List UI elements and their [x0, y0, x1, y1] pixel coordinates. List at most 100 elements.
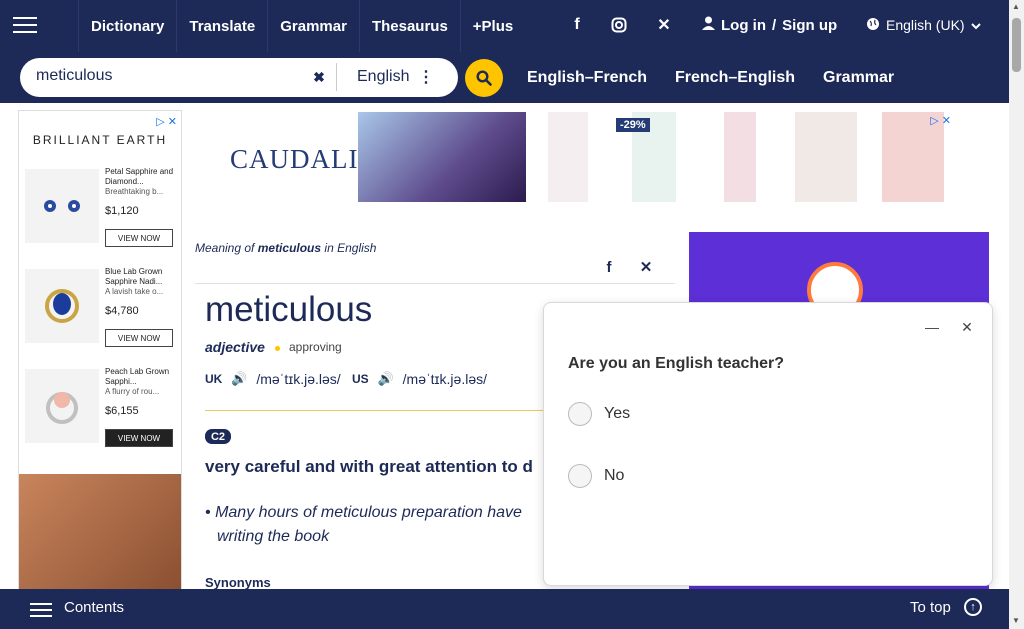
top-nav: Dictionary Translate Grammar Thesaurus +…	[0, 0, 1009, 52]
login-link[interactable]: Log in	[721, 17, 766, 34]
ad-product-subtitle: A lavish take o...	[105, 287, 164, 296]
arrow-up-icon[interactable]: ↑	[964, 598, 982, 616]
contents-button[interactable]: Contents	[64, 599, 124, 616]
nav-dictionary[interactable]: Dictionary	[78, 0, 176, 52]
ad-brand: BRILLIANT EARTH	[32, 133, 168, 147]
nav-plus[interactable]: +Plus	[459, 0, 525, 52]
example-text: of meticulous	[303, 504, 398, 521]
facebook-icon[interactable]: f	[558, 14, 596, 36]
definition-word-link[interactable]: careful	[245, 457, 301, 476]
audio-uk-icon[interactable]: 🔊	[228, 369, 250, 389]
ad-view-now-button[interactable]: VIEW NOW	[105, 329, 173, 347]
radio-button[interactable]	[568, 464, 592, 488]
clear-search-button[interactable]: ✖	[306, 64, 332, 90]
usage-dot	[275, 346, 280, 351]
dictionary-selector-label: English	[357, 68, 410, 85]
breadcrumb-word: meticulous	[257, 241, 322, 255]
contents-menu-icon[interactable]	[30, 599, 52, 619]
uk-label: UK	[205, 372, 223, 386]
scrollbar[interactable]: ▲ ▼	[1009, 0, 1024, 629]
ad-product-subtitle: A flurry of rou...	[105, 387, 160, 396]
ad-product[interactable]: Petal Sapphire and Diamond... Breathtaki…	[19, 161, 181, 261]
ad-model-image	[19, 474, 181, 589]
ad-view-now-button[interactable]: VIEW NOW	[105, 229, 173, 247]
signup-link[interactable]: Sign up	[782, 17, 837, 34]
nav-thesaurus[interactable]: Thesaurus	[358, 0, 460, 52]
ad-product-price: $1,120	[105, 205, 139, 217]
example-word-link[interactable]: preparation	[402, 504, 483, 521]
ad-choices-icon[interactable]: ▷ ✕	[156, 115, 177, 128]
survey-popup: — ✕ Are you an English teacher? Yes No	[543, 302, 993, 586]
dictionary-selector[interactable]: English ⋮	[336, 63, 452, 91]
scroll-thumb[interactable]	[1012, 18, 1021, 72]
survey-option-label: No	[604, 467, 625, 484]
banner-product-image	[548, 112, 588, 202]
example-word-link[interactable]: hours	[259, 504, 299, 521]
language-label: English (UK)	[886, 17, 965, 33]
minimize-icon[interactable]: —	[924, 319, 940, 335]
language-selector[interactable]: English (UK)	[866, 14, 981, 36]
ad-product-price: $6,155	[105, 405, 139, 417]
more-options-icon: ⋮	[418, 69, 434, 86]
example-word-link[interactable]: book	[294, 528, 329, 545]
search-input[interactable]	[36, 67, 306, 85]
search-box: ✖ English ⋮	[20, 58, 458, 97]
audio-us-icon[interactable]: 🔊	[375, 369, 397, 389]
banner-ad[interactable]: CAUDALIE -29% ▷ ✕	[228, 112, 957, 202]
left-ad[interactable]: ▷ ✕ BRILLIANT EARTH Petal Sapphire and D…	[18, 110, 182, 590]
menu-icon[interactable]	[10, 12, 40, 40]
x-twitter-icon[interactable]: ✕	[645, 14, 683, 36]
banner-product-image	[724, 112, 756, 202]
example-text: have	[487, 504, 522, 521]
earring-image	[25, 169, 99, 243]
ad-choices-icon[interactable]: ▷ ✕	[930, 114, 951, 127]
instagram-icon[interactable]	[600, 14, 638, 36]
share-facebook-icon[interactable]: f	[597, 254, 621, 280]
link-grammar[interactable]: Grammar	[811, 59, 906, 96]
ad-product-title: Petal Sapphire and Diamond...	[105, 167, 174, 186]
ad-view-now-button[interactable]: VIEW NOW	[105, 429, 173, 447]
survey-option-yes[interactable]: Yes	[568, 402, 630, 426]
definition: very careful and with great attention to…	[205, 457, 533, 477]
definition-word-link[interactable]: great	[379, 457, 421, 476]
link-french-english[interactable]: French–English	[663, 59, 807, 96]
link-english-french[interactable]: English–French	[515, 59, 659, 96]
discount-badge: -29%	[616, 118, 650, 132]
search-button[interactable]	[465, 59, 503, 97]
share-x-icon[interactable]: ✕	[634, 254, 658, 280]
survey-option-label: Yes	[604, 405, 631, 422]
breadcrumb-suffix: in English	[324, 241, 377, 255]
nav-translate[interactable]: Translate	[176, 0, 267, 52]
definition-text: and with	[305, 457, 375, 476]
radio-button[interactable]	[568, 402, 592, 426]
scroll-down-arrow[interactable]: ▼	[1012, 616, 1020, 625]
login-separator: /	[772, 16, 777, 34]
search-icon	[476, 70, 492, 86]
chevron-down-icon	[970, 17, 981, 33]
synonyms-heading: Synonyms	[205, 575, 271, 590]
search-bar-row: ✖ English ⋮ English–French French–Englis…	[0, 52, 1009, 103]
ad-product[interactable]: Blue Lab Grown Sapphire Nadi... A lavish…	[19, 261, 181, 361]
globe-icon	[866, 17, 880, 34]
close-icon[interactable]: ✕	[959, 319, 975, 335]
example-sentence-cont: writing the book	[217, 528, 329, 546]
part-of-speech: adjective	[205, 339, 265, 355]
survey-question: Are you an English teacher?	[568, 355, 785, 372]
ad-product-subtitle: Breathtaking b...	[105, 187, 164, 196]
scroll-up-arrow[interactable]: ▲	[1012, 2, 1020, 11]
banner-product-image	[358, 112, 526, 202]
main-nav-links: Dictionary Translate Grammar Thesaurus +…	[78, 0, 525, 52]
user-icon	[702, 16, 715, 34]
ring-image	[25, 369, 99, 443]
example-text: Many	[215, 504, 255, 521]
ad-product[interactable]: Peach Lab Grown Sapphi... A flurry of ro…	[19, 361, 181, 461]
nav-grammar[interactable]: Grammar	[267, 0, 359, 52]
definition-word-link[interactable]: attention	[425, 457, 497, 476]
example-sentence: • Many hours of meticulous preparation h…	[205, 504, 522, 522]
us-label: US	[352, 372, 369, 386]
pronunciation-uk: UK 🔊 /məˈtɪk.jə.ləs/	[205, 369, 341, 389]
survey-option-no[interactable]: No	[568, 464, 624, 488]
to-top-button[interactable]: To top	[910, 599, 951, 616]
banner-brand: CAUDALIE	[230, 144, 376, 174]
breadcrumb-prefix: Meaning of	[195, 241, 255, 255]
